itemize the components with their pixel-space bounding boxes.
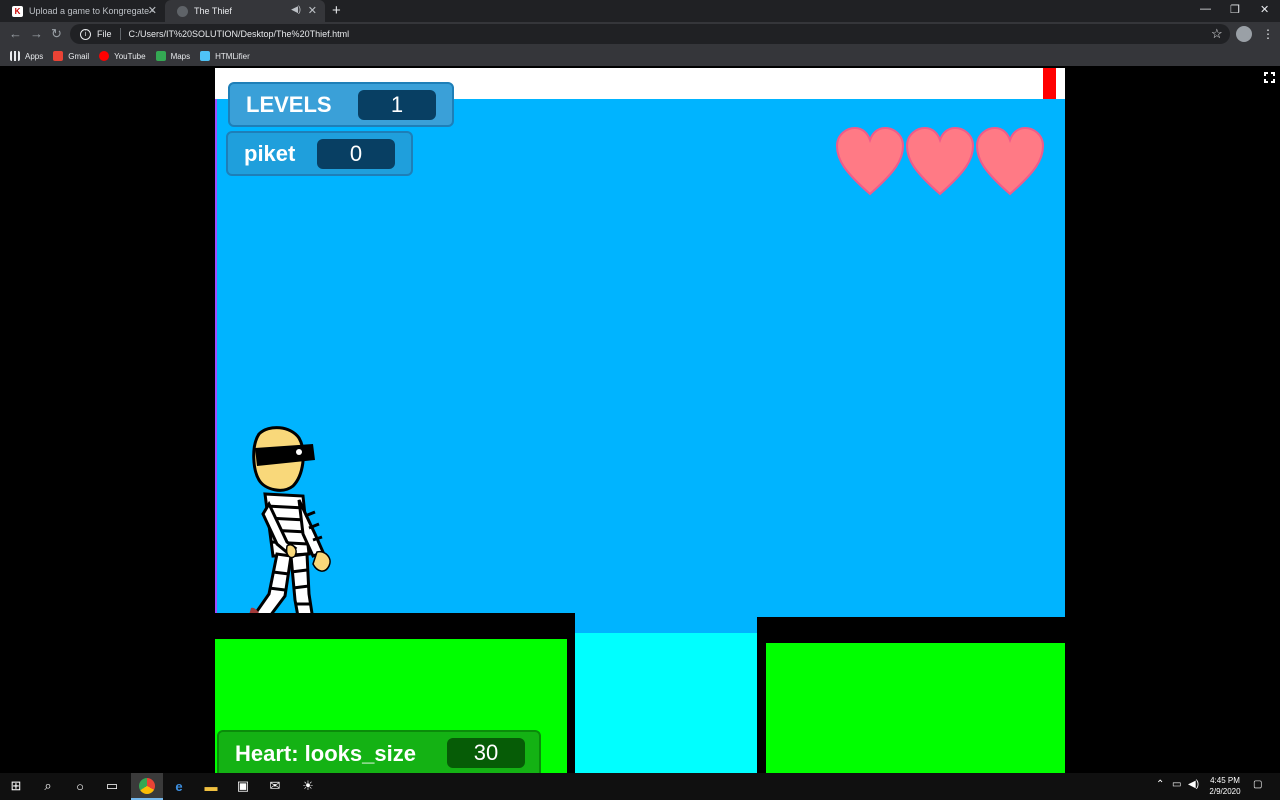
heart-icon [905, 126, 975, 196]
close-window-button[interactable]: ✕ [1260, 3, 1269, 16]
score-value: 0 [317, 139, 395, 169]
left-platform-edge [567, 613, 575, 773]
url-text[interactable]: C:/Users/IT%20SOLUTION/Desktop/The%20Thi… [129, 29, 350, 39]
bookmark-youtube[interactable]: YouTube [99, 51, 146, 61]
speaker-icon[interactable]: ◀) [291, 4, 301, 15]
bookmark-star-icon[interactable]: ☆ [1211, 26, 1223, 42]
right-ground [766, 643, 1065, 773]
score-label: piket [244, 140, 296, 166]
bookmark-label: Gmail [68, 51, 90, 61]
apps-grid-icon [10, 51, 20, 61]
left-platform-top [215, 613, 575, 639]
menu-dots-icon[interactable]: ⋮ [1262, 27, 1274, 41]
minimize-button[interactable]: — [1200, 3, 1211, 15]
task-view-icon[interactable]: ▭ [104, 778, 120, 794]
right-platform-top [757, 617, 1065, 643]
stage-left-edge [215, 99, 217, 619]
omnibox[interactable]: i File C:/Users/IT%20SOLUTION/Desktop/Th… [70, 24, 1230, 44]
tab-the-thief[interactable]: The Thief ◀) ✕ [165, 0, 325, 22]
tab-title: The Thief [194, 6, 232, 16]
gmail-icon [53, 51, 64, 61]
kongregate-icon: K [12, 5, 23, 17]
score-monitor: piket 0 [226, 131, 413, 176]
bookmark-apps[interactable]: Apps [10, 51, 43, 61]
heart-icon [835, 126, 905, 196]
youtube-icon [99, 51, 110, 61]
new-tab-button[interactable]: + [332, 2, 341, 19]
close-tab-icon[interactable]: ✕ [148, 4, 157, 17]
url-separator [119, 28, 121, 40]
bookmark-label: Maps [170, 51, 191, 61]
brightness-icon[interactable]: ☀ [300, 778, 316, 794]
levels-monitor: LEVELS 1 [228, 82, 454, 127]
store-icon[interactable]: ▣ [235, 778, 251, 794]
heart-size-value: 30 [447, 738, 525, 768]
globe-icon [177, 5, 188, 17]
maps-icon [155, 51, 166, 61]
volume-icon[interactable]: ◀) [1188, 779, 1199, 790]
bookmark-label: YouTube [114, 51, 146, 61]
right-platform-edge [757, 617, 766, 773]
tab-kongregate[interactable]: K Upload a game to Kongregate - ✕ [0, 0, 165, 22]
info-icon[interactable]: i [80, 28, 91, 40]
windows-start-icon[interactable]: ⊞ [8, 778, 24, 794]
thief-character [247, 426, 331, 633]
bookmark-htmlifier[interactable]: HTMLifier [200, 51, 250, 61]
bookmark-label: HTMLifier [215, 51, 250, 61]
close-tab-icon[interactable]: ✕ [308, 4, 317, 17]
browser-tab-bar: K Upload a game to Kongregate - ✕ The Th… [0, 0, 1280, 22]
restore-button[interactable]: ❐ [1230, 3, 1240, 16]
chrome-icon[interactable] [139, 778, 155, 794]
levels-label: LEVELS [246, 91, 332, 117]
windows-taskbar [0, 773, 1280, 800]
back-button[interactable]: ← [9, 26, 22, 41]
reload-button[interactable]: ↻ [51, 26, 62, 42]
system-clock[interactable]: 4:45 PM 2/9/2020 [1200, 775, 1250, 797]
lives-hearts [835, 126, 1045, 198]
cortana-icon[interactable]: ○ [72, 778, 88, 794]
heart-icon [975, 126, 1045, 196]
clock-time: 4:45 PM [1210, 776, 1240, 785]
heart-size-label: Heart: looks_size [235, 741, 416, 766]
mail-icon[interactable]: ✉ [267, 778, 283, 794]
file-explorer-icon[interactable]: ▬ [203, 778, 219, 794]
network-icon[interactable]: ▭ [1172, 779, 1181, 790]
htmlifier-icon [200, 51, 211, 61]
water-gap [575, 633, 757, 773]
red-marker [1043, 68, 1056, 99]
levels-value: 1 [358, 90, 436, 120]
address-toolbar: ← → ↻ i File C:/Users/IT%20SOLUTION/Desk… [0, 22, 1280, 46]
edge-icon[interactable]: e [171, 778, 187, 794]
fullscreen-icon[interactable] [1263, 71, 1276, 84]
bookmarks-bar: Apps Gmail YouTube Maps HTMLifier [0, 46, 1280, 66]
profile-avatar[interactable] [1236, 26, 1252, 42]
bookmark-maps[interactable]: Maps [155, 51, 191, 61]
url-scheme: File [97, 29, 112, 39]
tab-title: Upload a game to Kongregate - [29, 6, 155, 16]
bookmark-gmail[interactable]: Gmail [53, 51, 89, 61]
forward-button[interactable]: → [30, 26, 43, 41]
notifications-icon[interactable]: ▢ [1253, 779, 1262, 790]
game-stage[interactable]: LEVELS 1 piket 0 Heart: looks_size 30 [215, 68, 1065, 773]
tray-chevron-icon[interactable]: ⌃ [1156, 779, 1164, 790]
bookmark-label: Apps [25, 51, 44, 61]
heart-size-monitor: Heart: looks_size 30 [217, 730, 541, 773]
clock-date: 2/9/2020 [1209, 787, 1241, 796]
search-icon[interactable]: ⌕ [40, 778, 56, 794]
